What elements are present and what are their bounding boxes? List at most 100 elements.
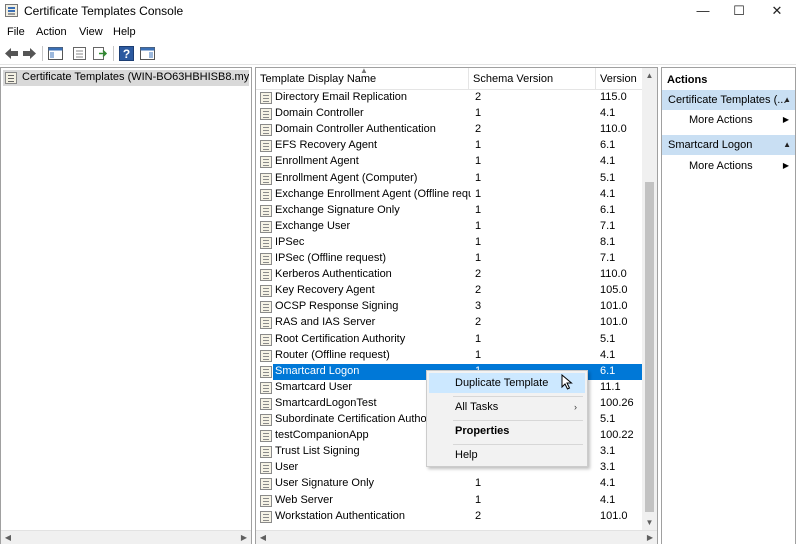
- table-row[interactable]: Exchange User 1 7.1: [256, 219, 642, 235]
- table-row[interactable]: User Signature Only 1 4.1: [256, 476, 642, 492]
- menu-help[interactable]: Help: [113, 26, 136, 38]
- table-row[interactable]: IPSec (Offline request) 1 7.1: [256, 251, 642, 267]
- column-header-schema[interactable]: Schema Version: [469, 68, 596, 90]
- scroll-right-icon[interactable]: ▶: [237, 531, 251, 544]
- certificate-template-icon: [260, 124, 272, 136]
- template-name-cell: Exchange User: [275, 220, 351, 232]
- window-title: Certificate Templates Console: [24, 4, 184, 18]
- version-cell: 100.22: [600, 429, 634, 441]
- scroll-left-icon[interactable]: ◀: [256, 531, 270, 544]
- scroll-thumb[interactable]: [645, 182, 654, 512]
- close-button[interactable]: ✕: [758, 0, 796, 22]
- certificate-template-icon: [260, 334, 272, 346]
- minimize-button[interactable]: —: [684, 0, 722, 22]
- version-cell: 6.1: [600, 204, 616, 216]
- table-row[interactable]: OCSP Response Signing 3 101.0: [256, 299, 642, 315]
- submenu-arrow-icon: ▶: [782, 161, 789, 170]
- column-header-name-label: Template Display Name: [260, 73, 377, 85]
- table-row[interactable]: EFS Recovery Agent 1 6.1: [256, 138, 642, 154]
- tree-item-label: Certificate Templates (WIN-BO63HBHISB8.m…: [22, 71, 249, 83]
- certificate-template-icon: [260, 301, 272, 313]
- show-hide-tree-icon[interactable]: [47, 45, 64, 62]
- export-list-icon[interactable]: [91, 45, 108, 62]
- schema-version-cell: 2: [475, 268, 482, 280]
- table-row[interactable]: IPSec 1 8.1: [256, 235, 642, 251]
- more-actions-templates[interactable]: More Actions ▶: [662, 110, 795, 130]
- actions-pane: Actions Certificate Templates (... ▲ Mor…: [661, 67, 796, 544]
- scroll-down-icon[interactable]: ▼: [642, 515, 657, 530]
- table-row[interactable]: Enrollment Agent 1 4.1: [256, 154, 642, 170]
- certificate-template-icon: [260, 108, 272, 120]
- template-name-cell: Web Server: [275, 494, 333, 506]
- version-cell: 4.1: [600, 107, 616, 119]
- menu-file[interactable]: File: [7, 26, 25, 38]
- table-row[interactable]: Root Certification Authority 1 5.1: [256, 332, 642, 348]
- certificate-template-icon: [260, 430, 272, 442]
- schema-version-cell: 1: [475, 477, 482, 489]
- table-row[interactable]: Exchange Enrollment Agent (Offline reque…: [256, 187, 642, 203]
- template-name-cell: Enrollment Agent: [275, 155, 359, 167]
- table-row[interactable]: Directory Email Replication 2 115.0: [256, 90, 642, 106]
- collapse-icon[interactable]: ▲: [783, 135, 791, 155]
- version-cell: 11.1: [600, 381, 621, 393]
- template-name-cell: IPSec: [275, 236, 305, 248]
- certificate-template-icon: [260, 221, 272, 233]
- schema-version-cell: 1: [475, 349, 482, 361]
- menu-action[interactable]: Action: [36, 26, 67, 38]
- menu-item-all-tasks[interactable]: All Tasks ›: [429, 397, 585, 417]
- maximize-button[interactable]: ☐: [720, 0, 758, 22]
- scroll-up-icon[interactable]: ▲: [642, 68, 657, 83]
- table-row[interactable]: Workstation Authentication 2 101.0: [256, 509, 642, 525]
- column-header-name[interactable]: Template Display Name ▲: [256, 66, 469, 90]
- menu-view[interactable]: View: [79, 26, 103, 38]
- certificate-template-icon: [260, 414, 272, 426]
- column-header-schema-label: Schema Version: [473, 73, 554, 85]
- template-name-cell: Kerberos Authentication: [275, 268, 392, 280]
- show-hide-action-pane-icon[interactable]: [139, 45, 156, 62]
- schema-version-cell: 1: [475, 252, 482, 264]
- action-section-smartcard-logon[interactable]: Smartcard Logon ▲: [662, 135, 795, 155]
- action-section-certificate-templates[interactable]: Certificate Templates (... ▲: [662, 90, 795, 110]
- properties-icon[interactable]: [71, 45, 88, 62]
- tree-horizontal-scrollbar[interactable]: ◀ ▶: [1, 530, 251, 544]
- sort-ascending-icon: ▲: [360, 66, 368, 75]
- certificate-template-icon: [260, 398, 272, 410]
- schema-version-cell: 2: [475, 284, 482, 296]
- table-row[interactable]: Exchange Signature Only 1 6.1: [256, 203, 642, 219]
- table-row[interactable]: Domain Controller Authentication 2 110.0: [256, 122, 642, 138]
- column-header-version[interactable]: Version: [596, 68, 642, 90]
- more-actions-smartcard-logon[interactable]: More Actions ▶: [662, 156, 795, 176]
- certificate-template-icon: [260, 446, 272, 458]
- version-cell: 4.1: [600, 188, 616, 200]
- list-vertical-scrollbar[interactable]: ▲ ▼: [642, 68, 657, 530]
- table-row[interactable]: Enrollment Agent (Computer) 1 5.1: [256, 171, 642, 187]
- forward-icon[interactable]: [21, 45, 38, 62]
- table-row[interactable]: Kerberos Authentication 2 110.0: [256, 267, 642, 283]
- template-name-cell: Router (Offline request): [275, 349, 390, 361]
- template-name-cell: IPSec (Offline request): [275, 252, 387, 264]
- scroll-left-icon[interactable]: ◀: [1, 531, 15, 544]
- table-row[interactable]: Domain Controller 1 4.1: [256, 106, 642, 122]
- tree-item-certificate-templates[interactable]: Certificate Templates (WIN-BO63HBHISB8.m…: [3, 70, 249, 86]
- menu-item-properties[interactable]: Properties: [429, 421, 585, 441]
- certificate-template-icon: [260, 237, 272, 249]
- template-name-cell: User Signature Only: [275, 477, 375, 489]
- table-row[interactable]: RAS and IAS Server 2 101.0: [256, 315, 642, 331]
- certificate-template-icon: [260, 462, 272, 474]
- back-icon[interactable]: [3, 45, 20, 62]
- version-cell: 8.1: [600, 236, 616, 248]
- table-row[interactable]: Web Server 1 4.1: [256, 493, 642, 509]
- scroll-right-icon[interactable]: ▶: [643, 531, 657, 544]
- table-row[interactable]: Key Recovery Agent 2 105.0: [256, 283, 642, 299]
- template-name-cell: OCSP Response Signing: [275, 300, 399, 312]
- table-row[interactable]: Router (Offline request) 1 4.1: [256, 348, 642, 364]
- help-icon[interactable]: ?: [118, 45, 135, 62]
- list-horizontal-scrollbar[interactable]: ◀ ▶: [256, 530, 657, 544]
- version-cell: 110.0: [600, 123, 627, 135]
- collapse-icon[interactable]: ▲: [783, 90, 791, 110]
- menu-item-all-tasks-label: All Tasks: [455, 401, 499, 413]
- more-actions-label: More Actions: [689, 114, 753, 126]
- version-cell: 4.1: [600, 477, 616, 489]
- version-cell: 4.1: [600, 349, 616, 361]
- menu-item-help[interactable]: Help: [429, 445, 585, 465]
